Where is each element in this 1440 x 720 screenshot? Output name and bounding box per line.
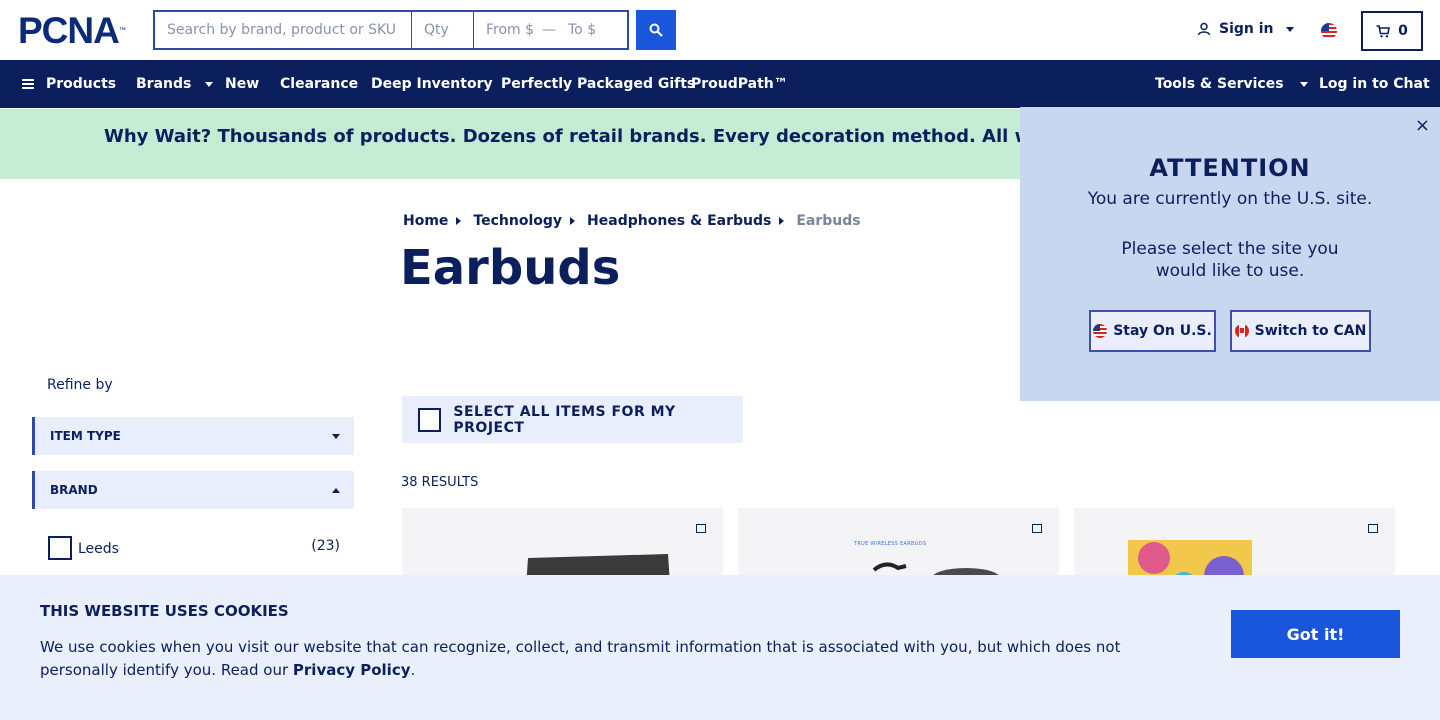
facet-brand-label: BRAND — [50, 483, 98, 497]
menu-icon — [22, 79, 34, 89]
nav-deep-inventory-label: Deep Inventory — [371, 76, 493, 92]
search-icon — [649, 23, 663, 37]
facet-option-label: Leeds — [78, 541, 119, 557]
chevron-down-icon — [332, 433, 340, 439]
nav-products[interactable]: Products — [22, 60, 116, 108]
nav-gifts-label: Perfectly Packaged Gifts — [501, 76, 696, 92]
chevron-down-icon — [205, 81, 214, 87]
nav-clearance[interactable]: Clearance — [280, 60, 358, 108]
nav-chat-label: Log in to Chat — [1319, 76, 1430, 92]
cookie-body-end: . — [410, 661, 416, 679]
cookie-body: We use cookies when you visit our websit… — [40, 636, 1150, 682]
breadcrumb-arrow-icon — [779, 217, 785, 225]
refine-label: Refine by — [47, 377, 113, 393]
search-button[interactable] — [636, 10, 676, 50]
search-input[interactable] — [155, 12, 411, 48]
save-to-project-icon[interactable] — [1368, 524, 1378, 533]
cart-button[interactable]: 0 — [1361, 11, 1423, 51]
canada-flag-icon — [1234, 324, 1249, 338]
cart-icon — [1376, 24, 1391, 37]
nav-proudpath[interactable]: ProudPath™ — [691, 60, 788, 108]
popup-message: You are currently on the U.S. site. — [1087, 189, 1373, 209]
cookie-body-text: We use cookies when you visit our websit… — [40, 638, 1121, 679]
price-from-input[interactable] — [474, 12, 534, 48]
switch-can-button[interactable]: Switch to CAN — [1230, 310, 1371, 352]
nav-proudpath-label: ProudPath™ — [691, 76, 788, 92]
breadcrumb-current: Earbuds — [796, 213, 861, 229]
top-header: PCNA™ — Sign in 0 — [0, 0, 1440, 60]
nav-brands-label: Brands — [136, 76, 192, 92]
stay-us-button[interactable]: Stay On U.S. — [1089, 310, 1216, 352]
qty-input[interactable] — [412, 12, 473, 48]
search-bar: — — [153, 10, 629, 50]
sign-in-dropdown[interactable]: Sign in — [1197, 21, 1294, 37]
got-it-button[interactable]: Got it! — [1231, 610, 1400, 658]
chevron-up-icon — [332, 487, 340, 493]
user-icon — [1197, 22, 1211, 36]
privacy-policy-link[interactable]: Privacy Policy — [293, 661, 411, 679]
select-all-label: SELECT ALL ITEMS FOR MY PROJECT — [453, 403, 676, 436]
qty-wrap — [412, 12, 474, 48]
nav-products-label: Products — [46, 76, 117, 92]
nav-gifts[interactable]: Perfectly Packaged Gifts — [501, 60, 695, 108]
sign-in-label: Sign in — [1219, 21, 1274, 37]
cookie-banner: THIS WEBSITE USES COOKIES We use cookies… — [0, 575, 1440, 720]
select-all-bar[interactable]: SELECT ALL ITEMS FOR MY PROJECT — [402, 396, 743, 443]
results-count: 38 RESULTS — [401, 475, 479, 490]
nav-new-label: New — [225, 76, 260, 92]
close-icon[interactable]: × — [1415, 115, 1430, 136]
nav-chat[interactable]: Log in to Chat — [1319, 60, 1430, 108]
facet-item-type-label: ITEM TYPE — [50, 429, 121, 443]
page-title: Earbuds — [400, 240, 621, 296]
nav-deep-inventory[interactable]: Deep Inventory — [371, 60, 493, 108]
site-select-popup: × ATTENTION You are currently on the U.S… — [1020, 107, 1440, 401]
breadcrumb-home[interactable]: Home — [403, 213, 448, 229]
save-to-project-icon[interactable] — [1032, 524, 1042, 533]
cookie-title: THIS WEBSITE USES COOKIES — [40, 602, 289, 620]
nav-new[interactable]: New — [225, 60, 259, 108]
breadcrumb-arrow-icon — [570, 217, 576, 225]
stay-us-label: Stay On U.S. — [1113, 323, 1212, 339]
popup-instruction: Please select the site you would like to… — [1121, 239, 1339, 281]
cart-count: 0 — [1398, 23, 1408, 39]
select-all-checkbox[interactable] — [418, 407, 442, 432]
search-main-wrap — [155, 12, 412, 48]
save-to-project-icon[interactable] — [696, 524, 706, 533]
nav-tools-services[interactable]: Tools & Services — [1155, 60, 1308, 108]
nav-brands[interactable]: Brands — [136, 60, 214, 108]
us-flag-icon — [1093, 324, 1108, 338]
breadcrumb-headphones[interactable]: Headphones & Earbuds — [587, 213, 771, 229]
switch-can-label: Switch to CAN — [1254, 323, 1367, 339]
facet-checkbox[interactable] — [48, 536, 72, 560]
price-dash: — — [542, 22, 556, 38]
product-caption: TRUE WIRELESS EARBUDS — [854, 541, 927, 547]
facet-option-count: (23) — [311, 538, 340, 554]
facet-brand[interactable]: BRAND — [32, 471, 354, 509]
nav-tools-label: Tools & Services — [1155, 76, 1284, 92]
promo-text: Why Wait? Thousands of products. Dozens … — [104, 126, 1175, 147]
price-to-input[interactable] — [564, 12, 624, 48]
logo-tm: ™ — [118, 27, 126, 34]
facet-option[interactable]: Leeds (23) — [48, 536, 340, 560]
chevron-down-icon — [1285, 26, 1294, 32]
pcna-logo[interactable]: PCNA™ — [18, 12, 126, 49]
main-nav: Products Brands New Clearance Deep Inven… — [0, 60, 1440, 108]
us-flag-icon[interactable] — [1321, 23, 1337, 39]
price-range: — — [474, 12, 627, 48]
nav-clearance-label: Clearance — [280, 76, 359, 92]
breadcrumb-arrow-icon — [456, 217, 462, 225]
breadcrumb-technology[interactable]: Technology — [473, 213, 562, 229]
popup-title: ATTENTION — [1149, 154, 1311, 182]
logo-text: PCNA — [18, 10, 120, 51]
chevron-down-icon — [1299, 81, 1308, 87]
breadcrumb: Home Technology Headphones & Earbuds Ear… — [403, 213, 861, 229]
facet-item-type[interactable]: ITEM TYPE — [32, 417, 354, 455]
